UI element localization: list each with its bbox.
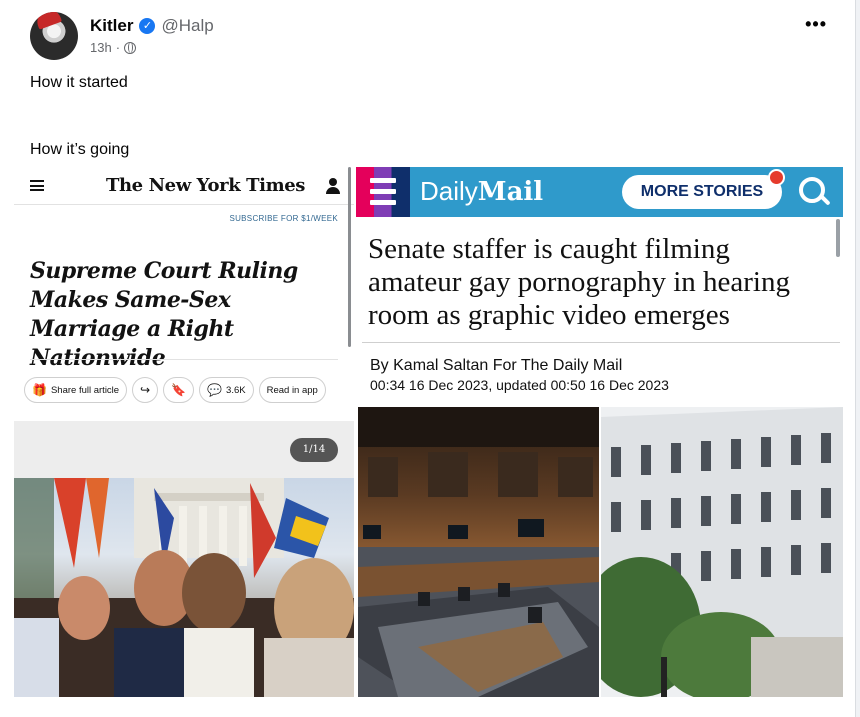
nyt-screenshot[interactable]: The New York Times SUBSCRIBE FOR $1/WEEK… [14,167,354,697]
author-handle[interactable]: @Halp [161,16,213,36]
dailymail-headline: Senate staffer is caught filming amateur… [368,233,790,331]
dailymail-menu-icon [356,167,410,217]
dailymail-dateline: 00:34 16 Dec 2023, updated 00:50 16 Dec … [370,377,669,393]
nyt-subscribe-link: SUBSCRIBE FOR $1/WEEK [229,214,338,223]
search-icon [799,177,825,203]
dailymail-scrollbar [836,219,840,257]
photo-counter: 1/14 [290,438,338,462]
dailymail-logo-bold: Mail [477,177,544,207]
menu-bar-2 [370,189,396,194]
gift-icon: 🎁 [32,383,47,397]
dailymail-logo: DailyMail [420,176,543,207]
celebration-photo-art [14,478,354,697]
share-article-pill: 🎁 Share full article [24,377,128,403]
author-row: Kitler ✓ @Halp [90,16,214,36]
post-caption-bottom: How it’s going [30,141,130,158]
post-time[interactable]: 13h [90,40,112,55]
panel-divider [348,167,351,347]
hearing-room-photo [358,407,599,697]
read-in-app-pill: Read in app [258,377,326,403]
dailymail-logo-light: Daily [420,176,478,206]
bookmark-icon: 🔖 [171,383,187,397]
senate-building-photo-art [601,407,843,697]
celebration-photo [14,478,354,697]
dailymail-screenshot[interactable]: DailyMail MORE STORIES Senate staffer is… [356,167,843,697]
more-stories-button: MORE STORIES [622,175,782,209]
post-meta: 13h · [90,40,137,55]
globe-icon [124,41,137,54]
nyt-top-bar: The New York Times [14,167,354,205]
senate-building-photo [601,407,843,697]
read-in-app-label: Read in app [266,384,318,396]
post-header: Kitler ✓ @Halp 13h · [30,12,830,60]
comments-pill: 💬 3.6K [199,377,254,403]
menu-bar-3 [370,200,396,205]
author-avatar[interactable] [30,12,78,60]
nyt-headline: Supreme Court Ruling Makes Same-Sex Marr… [30,258,298,371]
menu-bar-1 [370,178,396,183]
verified-badge-icon: ✓ [139,18,156,34]
santa-hat-icon [33,12,63,30]
notification-dot-icon [768,169,785,186]
bookmark-pill: 🔖 [163,377,195,403]
comments-count: 3.6K [226,384,246,396]
account-icon [326,178,340,194]
share-arrow-icon: ↪ [140,383,151,397]
post-card: Kitler ✓ @Halp 13h · ••• How it started … [0,0,856,717]
hearing-room-photo-art [358,407,599,697]
nyt-divider [30,359,338,360]
share-label: Share full article [50,384,120,396]
dailymail-divider [362,342,840,343]
nyt-logo: The New York Times [106,175,306,196]
nyt-action-bar: 🎁 Share full article ↪ 🔖 💬 3.6K Read in … [24,377,326,403]
author-name[interactable]: Kitler [90,16,133,36]
share-pill: ↪ [132,377,159,403]
dailymail-top-bar: DailyMail MORE STORIES [356,167,843,217]
comment-icon: 💬 [207,383,223,397]
more-options-button[interactable]: ••• [805,14,827,35]
menu-icon [30,180,44,191]
dailymail-byline: By Kamal Saltan For The Daily Mail [370,357,623,374]
meta-separator: · [115,40,121,55]
post-caption-top: How it started [30,74,128,91]
